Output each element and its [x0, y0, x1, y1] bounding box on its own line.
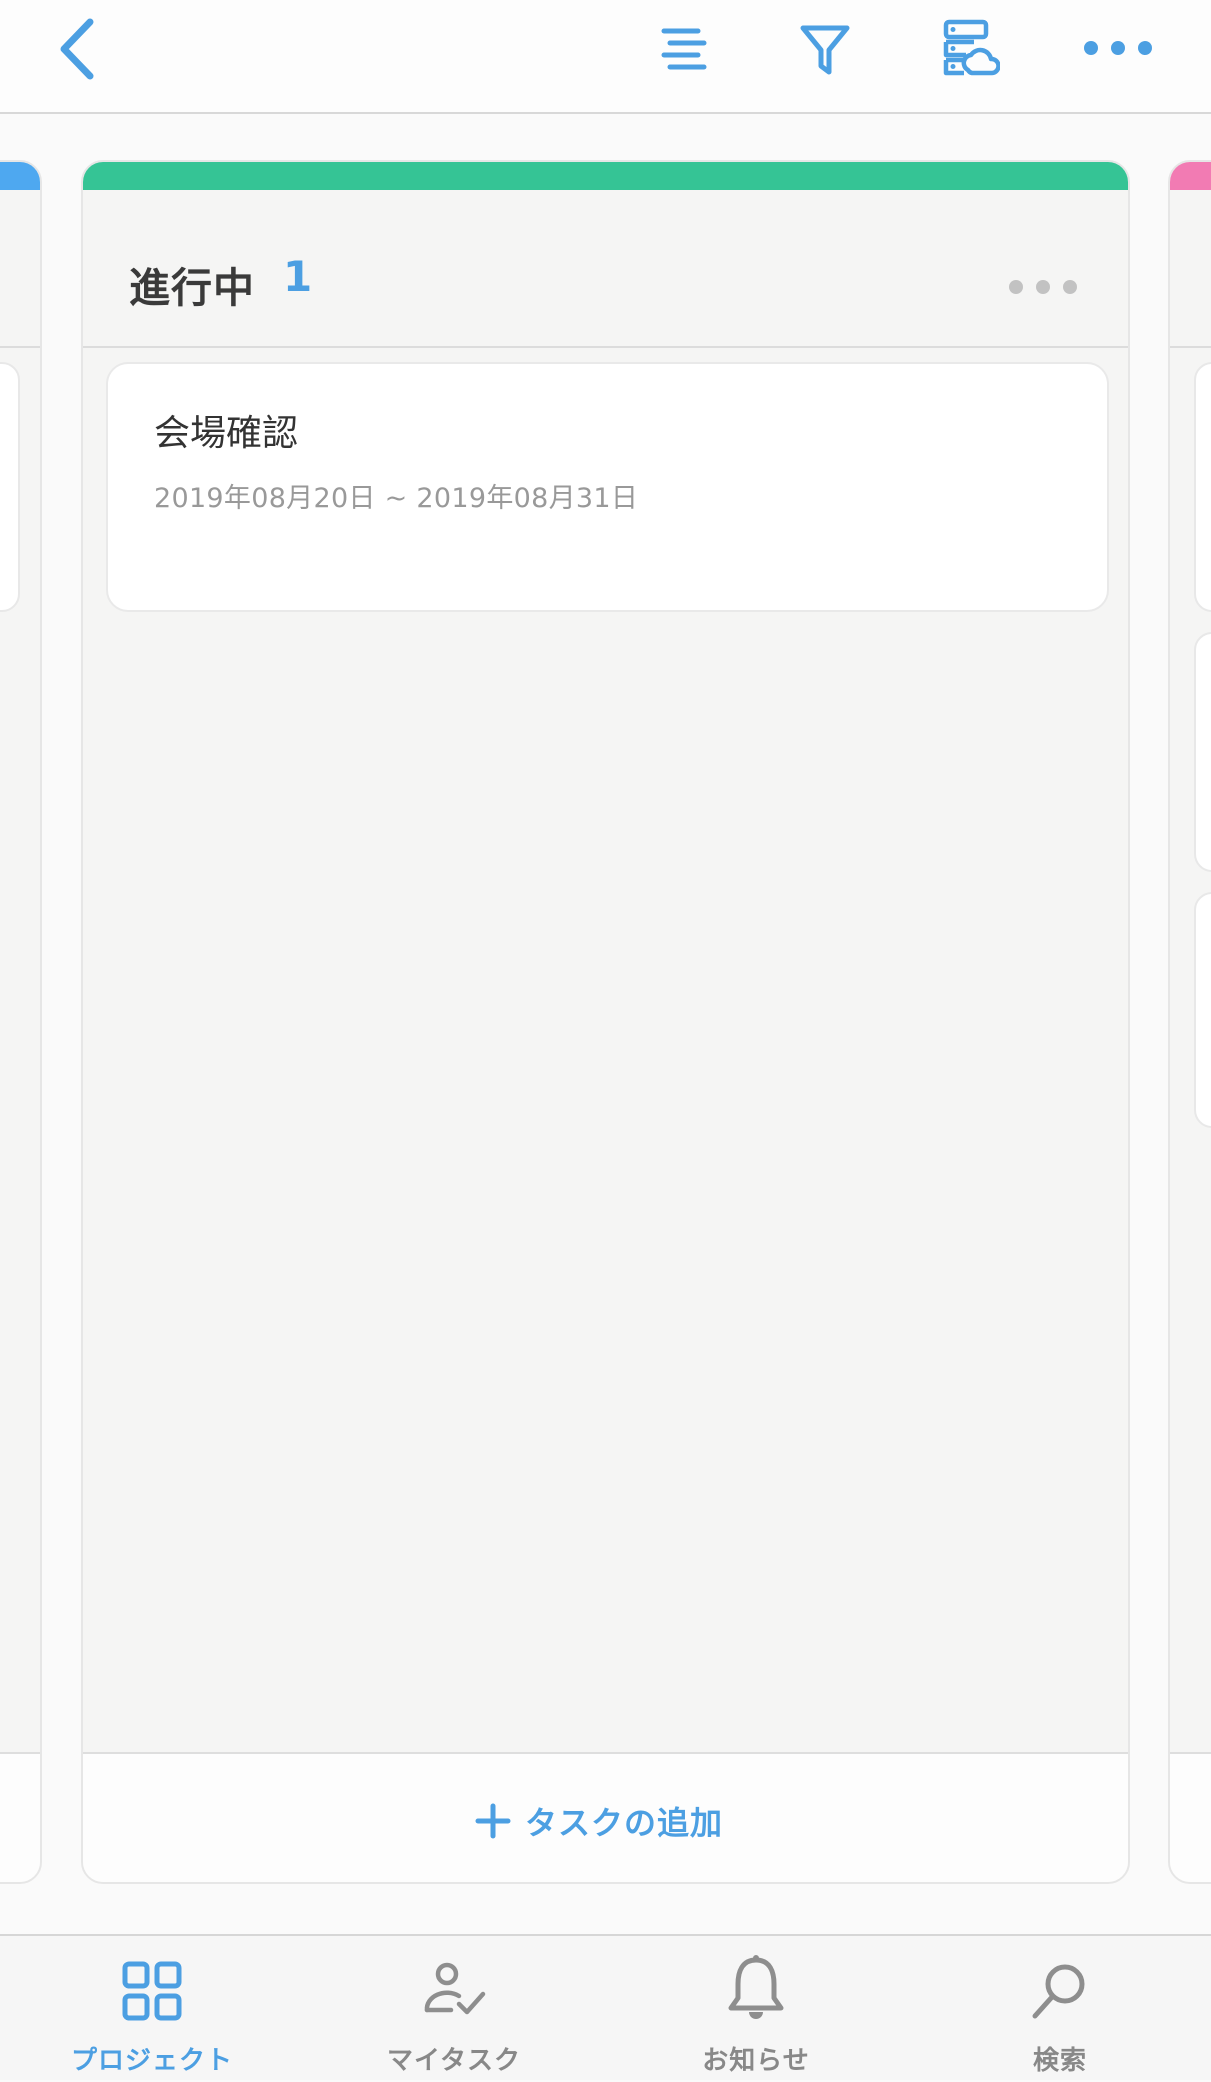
- column-header: 進行中 1: [83, 190, 1128, 348]
- kanban-board[interactable]: 進行中 1 会場確認 2019年08月20日 ~ 2019年08月31日 タスク…: [0, 114, 1211, 1934]
- task-title: 会場確認: [154, 413, 299, 454]
- tab-label: マイタスク: [387, 2046, 521, 2076]
- column-color-stripe: [83, 162, 1128, 190]
- add-task-button[interactable]: タスクの追加: [83, 1752, 1128, 1882]
- tab-label: お知らせ: [702, 2046, 810, 2076]
- tab-notifications[interactable]: お知らせ: [636, 1936, 876, 2082]
- column-color-stripe: [0, 162, 40, 190]
- column-title: 進行中: [129, 264, 255, 312]
- tab-label: プロジェクト: [70, 2046, 233, 2076]
- tab-my-tasks[interactable]: マイタスク: [334, 1936, 574, 2082]
- bell-icon: [728, 1955, 784, 2019]
- plus-icon: [475, 1803, 511, 1839]
- add-task-bar: [0, 1752, 40, 1882]
- navigation-bar: [0, 0, 1211, 114]
- more-horizontal-icon[interactable]: [1008, 278, 1078, 296]
- tab-label: 検索: [1032, 2046, 1087, 2076]
- search-icon: [1032, 1964, 1085, 2019]
- column-header: [0, 190, 40, 348]
- tab-search[interactable]: 検索: [940, 1936, 1180, 2082]
- list-align-icon[interactable]: [660, 26, 708, 72]
- board-column-in-progress: 進行中 1 会場確認 2019年08月20日 ~ 2019年08月31日 タスク…: [81, 160, 1130, 1884]
- column-header: [1170, 190, 1211, 348]
- add-task-label: タスクの追加: [525, 1804, 724, 1842]
- more-horizontal-icon[interactable]: [1082, 38, 1154, 58]
- add-task-bar: [1170, 1752, 1211, 1882]
- task-date-range: 2019年08月20日 ~ 2019年08月31日: [154, 483, 639, 514]
- server-cloud-icon[interactable]: [942, 18, 1000, 80]
- person-check-icon: [424, 1962, 486, 2015]
- column-task-count: 1: [283, 252, 313, 301]
- task-card[interactable]: [1194, 892, 1211, 1128]
- task-card[interactable]: [0, 362, 20, 612]
- task-card[interactable]: [1194, 632, 1211, 872]
- task-card[interactable]: 会場確認 2019年08月20日 ~ 2019年08月31日: [106, 362, 1109, 612]
- chevron-left-icon[interactable]: [52, 16, 102, 82]
- filter-icon[interactable]: [798, 22, 852, 78]
- column-color-stripe: [1170, 162, 1211, 190]
- grid-icon: [122, 1961, 182, 2021]
- tab-bar: プロジェクト マイタスク お知らせ 検索: [0, 1934, 1211, 2080]
- task-card[interactable]: [1194, 362, 1211, 612]
- board-column-next[interactable]: [1168, 160, 1211, 1884]
- board-column-previous[interactable]: [0, 160, 42, 1884]
- tab-projects[interactable]: プロジェクト: [32, 1936, 272, 2082]
